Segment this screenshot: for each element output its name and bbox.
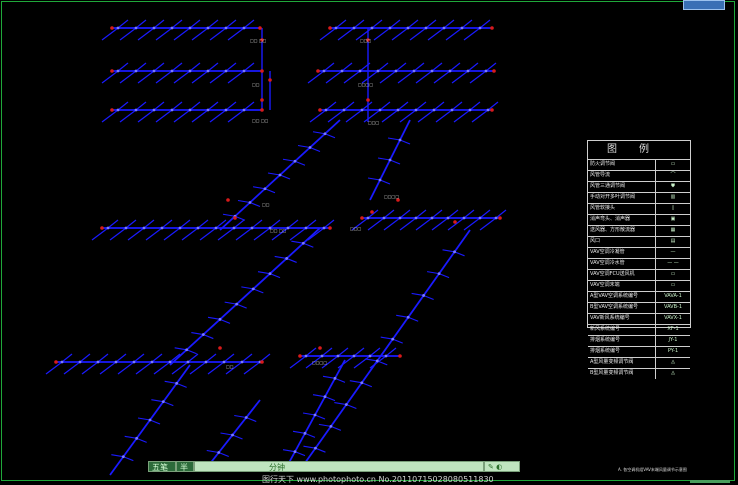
ime-tool-icons[interactable]: ✎ ◐	[484, 461, 520, 472]
legend-label: 防火调节阀	[588, 160, 656, 170]
legend-row: 风口 ▤	[588, 236, 690, 247]
legend-label: VAV空调冷水管	[588, 259, 656, 269]
legend-label: VAV空调冷凝管	[588, 248, 656, 258]
legend-row: VAV新风系统编号 VAVX-1	[588, 313, 690, 324]
legend-label: A型VAV空调系统编号	[588, 292, 656, 302]
legend-symbol: ▭	[670, 161, 676, 167]
legend-label: VAV空调FCU送风机	[588, 270, 656, 280]
legend-row: 消声弯头、消声器 ▣	[588, 214, 690, 225]
legend-row: 排烟系统编号 JY-1	[588, 335, 690, 346]
legend-symbol: — —	[667, 260, 679, 266]
legend-label: 风管三通调节阀	[588, 182, 656, 192]
legend-row: A型风量变频调节阀 ◬	[588, 357, 690, 368]
legend-row: 风管软接头 ▯	[588, 203, 690, 214]
watermark: 图行天下 www.photophoto.cn No.20110715028080…	[262, 475, 494, 484]
legend-title: 图例	[607, 144, 671, 155]
legend-label: VAV空调末端	[588, 281, 656, 291]
legend-label: 风管导流	[588, 171, 656, 181]
legend-symbol: ⛊	[671, 183, 675, 189]
legend-row: VAV空调冷水管 — —	[588, 258, 690, 269]
legend-row: 排烟系统编号 PY-1	[588, 346, 690, 357]
legend-row: 风管三通调节阀 ⛊	[588, 181, 690, 192]
legend-symbol: ▣	[670, 216, 676, 222]
legend-row: 送风器、方形散流器 ▦	[588, 225, 690, 236]
legend-label: 风管软接头	[588, 204, 656, 214]
legend-label: 新风系统编号	[588, 325, 656, 335]
legend-row: B型风量变频调节阀 ◬	[588, 368, 690, 379]
legend-symbol: ◬	[671, 359, 675, 365]
ime-status-bar[interactable]: 五笔 半 分钟 ✎ ◐	[148, 461, 520, 472]
legend-symbol: JY-1	[668, 337, 678, 343]
legend-row: A型VAV空调系统编号 VAVA-1	[588, 291, 690, 302]
legend-label: 风口	[588, 237, 656, 247]
legend-label: 排烟系统编号	[588, 347, 656, 357]
legend-row: 防火调节阀 ▭	[588, 159, 690, 170]
legend-label: A型风量变频调节阀	[588, 358, 656, 368]
legend-symbol: ▯	[671, 205, 675, 211]
legend-symbol: VAVA-1	[664, 293, 682, 299]
legend-label: VAV新风系统编号	[588, 314, 656, 324]
legend-table: 图例 防火调节阀 ▭ 风管导流 ⌒ 风管三通调节阀 ⛊ 手动对开多叶调节阀 ▥ 风管软接头 ▯ 消声…	[587, 140, 691, 379]
legend-label: B型风量变频调节阀	[588, 369, 656, 379]
legend-symbol: ▦	[670, 227, 676, 233]
legend-symbol: VAVX-1	[664, 315, 682, 321]
legend-row: 手动对开多叶调节阀 ▥	[588, 192, 690, 203]
legend-symbol: PY-1	[667, 348, 679, 354]
legend-row: 新风系统编号 XF-1	[588, 324, 690, 335]
legend-label: 送风器、方形散流器	[588, 226, 656, 236]
legend-symbol: VAVB-1	[663, 304, 683, 310]
legend-label: B型VAV空调系统编号	[588, 303, 656, 313]
legend-row: VAV空调FCU送风机 ▭	[588, 269, 690, 280]
ime-name[interactable]: 五笔	[148, 461, 176, 472]
ime-unit-field[interactable]: 分钟	[194, 461, 484, 472]
legend-row: 风管导流 ⌒	[588, 170, 690, 181]
legend-label: 消声弯头、消声器	[588, 215, 656, 225]
legend-symbol: —	[670, 249, 676, 255]
legend-row: B型VAV空调系统编号 VAVB-1	[588, 302, 690, 313]
window-control-button[interactable]	[683, 0, 725, 10]
legend-symbol: ▤	[670, 238, 676, 244]
legend-symbol: ⌒	[670, 172, 676, 178]
legend-symbol: ◬	[671, 370, 675, 376]
legend-symbol: ▥	[670, 194, 676, 200]
legend-label: 排烟系统编号	[588, 336, 656, 346]
legend-rows: 防火调节阀 ▭ 风管导流 ⌒ 风管三通调节阀 ⛊ 手动对开多叶调节阀 ▥ 风管软接头 ▯ 消声弯头、…	[588, 159, 690, 379]
legend-symbol: ▭	[670, 271, 676, 277]
drawing-footnote: A. 各空调机组VAV末端风量调节示意图	[618, 467, 687, 472]
ime-mode-toggle[interactable]: 半	[176, 461, 194, 472]
legend-symbol: ▭	[670, 282, 676, 288]
legend-row: VAV空调冷凝管 —	[588, 247, 690, 258]
legend-row: VAV空调末端 ▭	[588, 280, 690, 291]
legend-symbol: XF-1	[667, 326, 679, 332]
legend-label: 手动对开多叶调节阀	[588, 193, 656, 203]
statusbar-accent	[690, 480, 730, 483]
